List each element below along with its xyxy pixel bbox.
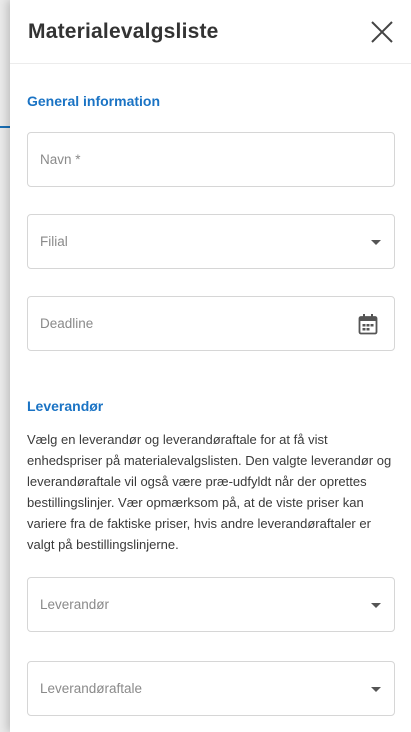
supplier-heading: Leverandør <box>27 398 104 414</box>
branch-placeholder: Filial <box>40 234 68 249</box>
close-icon <box>371 20 393 43</box>
panel-title: Materialevalgsliste <box>28 19 219 43</box>
supplier-agreement-select[interactable]: Leverandøraftale <box>27 661 395 716</box>
name-placeholder: Navn * <box>40 152 81 167</box>
panel-body: General information Navn * Filial Deadli… <box>10 93 411 716</box>
calendar-icon[interactable] <box>358 313 378 335</box>
name-input[interactable]: Navn * <box>27 132 395 187</box>
supplier-description: Vælg en leverandør og leverandøraftale f… <box>27 432 392 552</box>
close-button[interactable] <box>369 19 395 45</box>
deadline-date-input[interactable]: Deadline <box>27 296 395 351</box>
branch-select[interactable]: Filial <box>27 214 395 269</box>
deadline-placeholder: Deadline <box>40 316 94 331</box>
general-information-heading: General information <box>27 93 161 109</box>
side-panel: Materialevalgsliste General information … <box>10 0 411 732</box>
supplier-dropdown-arrow-icon <box>371 603 381 608</box>
supplier-agreement-placeholder: Leverandøraftale <box>40 681 143 696</box>
supplier-placeholder: Leverandør <box>40 597 110 612</box>
panel-header: Materialevalgsliste <box>10 0 411 64</box>
supplier-select[interactable]: Leverandør <box>27 577 395 632</box>
branch-dropdown-arrow-icon <box>371 240 381 245</box>
supplier-agreement-dropdown-arrow-icon <box>371 687 381 692</box>
